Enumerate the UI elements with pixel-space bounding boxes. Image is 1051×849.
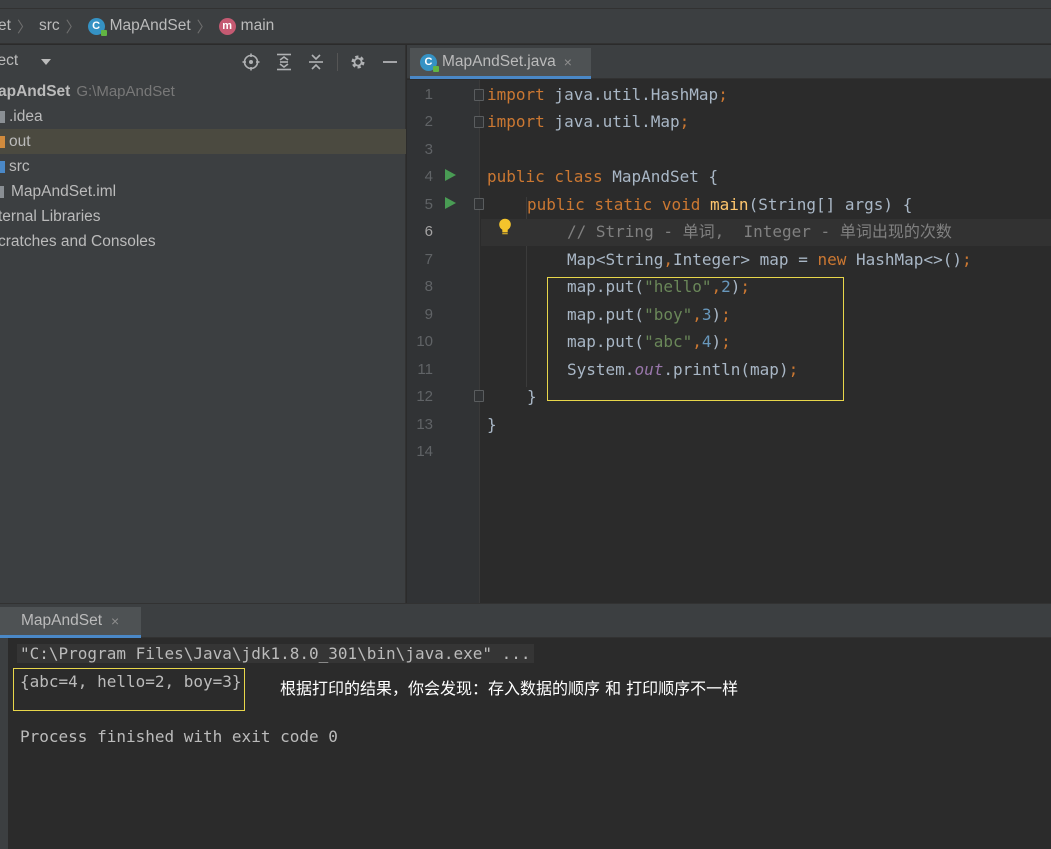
line-number: 8 [424, 278, 433, 295]
breadcrumb-src[interactable]: src [39, 17, 60, 35]
code-line-2[interactable]: import java.util.Map; [487, 108, 689, 135]
editor-tabbar: C MapAndSet.java × [407, 45, 1051, 79]
output-highlight-box [13, 668, 245, 711]
line-number-current: 6 [424, 223, 433, 240]
file-icon [0, 185, 4, 198]
title-strip [0, 0, 1051, 9]
tree-item-idea[interactable]: .idea [0, 104, 406, 129]
line-number: 9 [424, 306, 433, 323]
run-toolbar [0, 638, 8, 849]
run-gutter-icon[interactable] [445, 197, 456, 209]
chevron-down-icon[interactable] [41, 59, 51, 65]
tree-item-out[interactable]: out [0, 129, 406, 154]
code-line-1[interactable]: import java.util.HashMap; [487, 81, 728, 108]
code-line-7[interactable]: Map<String,Integer> map = new HashMap<>(… [567, 246, 972, 273]
code-line-5[interactable]: public static void main(String[] args) { [527, 191, 912, 218]
tree-item-project-root[interactable]: apAndSet G:\MapAndSet [0, 79, 406, 104]
fold-icon[interactable] [474, 390, 484, 402]
bulb-icon[interactable] [498, 218, 512, 236]
fold-icon[interactable] [474, 116, 484, 128]
annotation-note: 根据打印的结果，你会发现：存入数据的顺序 和 打印顺序不一样 [280, 679, 739, 698]
code-highlight-box [547, 277, 844, 401]
run-tabbar: MapAndSet × [0, 604, 1051, 638]
folder-icon [0, 135, 5, 148]
line-number: 5 [424, 196, 433, 213]
class-icon: C [87, 17, 107, 36]
line-number: 13 [416, 416, 433, 433]
tree-item-scratches[interactable]: cratches and Consoles [0, 229, 406, 254]
method-icon: m [218, 17, 236, 35]
code-line-6[interactable]: // String - 单词, Integer - 单词出现的次数 [567, 218, 952, 245]
run-gutter-icon[interactable] [445, 169, 456, 181]
code-line-12[interactable]: } [527, 383, 537, 410]
console-exit-message: Process finished with exit code 0 [20, 727, 338, 746]
tree-item-external-libraries[interactable]: ternal Libraries [0, 204, 406, 229]
line-number: 12 [416, 388, 433, 405]
project-panel: ject apAndSet G:\MapAndSet .idea out src [0, 45, 406, 603]
breadcrumb-separator-icon: 〉 [16, 18, 32, 36]
breadcrumb-method[interactable]: m main [218, 17, 274, 35]
locate-icon[interactable] [241, 52, 261, 72]
editor-tab-mapandset[interactable]: C MapAndSet.java × [410, 48, 591, 79]
code-line-13[interactable]: } [487, 411, 497, 438]
console-command-line: "C:\Program Files\Java\jdk1.8.0_301\bin\… [17, 644, 534, 663]
line-number: 1 [424, 86, 433, 103]
tab-label: MapAndSet.java [442, 53, 556, 70]
breadcrumb-separator-icon: 〉 [196, 18, 212, 36]
fold-icon[interactable] [474, 89, 484, 101]
folder-icon [0, 160, 5, 173]
project-view-selector[interactable]: ject [0, 52, 18, 70]
project-path: G:\MapAndSet [76, 83, 175, 100]
line-number: 11 [417, 361, 433, 378]
gear-icon[interactable] [348, 52, 368, 72]
folder-icon [0, 110, 5, 123]
code-line-4[interactable]: public class MapAndSet { [487, 163, 718, 190]
line-number: 10 [416, 333, 433, 350]
fold-icon[interactable] [474, 198, 484, 210]
minimize-icon[interactable] [380, 52, 400, 72]
close-icon[interactable]: × [111, 613, 119, 629]
close-icon[interactable]: × [564, 54, 572, 70]
breadcrumb-separator-icon: 〉 [65, 18, 81, 36]
expand-all-icon[interactable] [274, 52, 294, 72]
line-number: 2 [424, 113, 433, 130]
editor-gutter: 1 2 3 4 5 6 7 8 9 10 11 12 13 14 [407, 80, 484, 603]
run-panel: MapAndSet × "C:\Program Files\Java\jdk1.… [0, 603, 1051, 849]
tree-item-src[interactable]: src [0, 154, 406, 179]
run-tab-label: MapAndSet [21, 612, 102, 629]
line-number: 4 [424, 168, 433, 185]
line-number: 14 [416, 443, 433, 460]
line-number: 3 [424, 141, 433, 158]
line-number: 7 [424, 251, 433, 268]
editor: C MapAndSet.java × 1 2 3 4 5 6 7 8 9 10 … [407, 45, 1051, 603]
collapse-all-icon[interactable] [306, 52, 326, 72]
breadcrumb-project[interactable]: et [0, 17, 11, 35]
breadcrumb: et 〉 src 〉 C MapAndSet 〉 m main [0, 9, 1051, 44]
tree-item-iml[interactable]: MapAndSet.iml [0, 179, 406, 204]
project-panel-header: ject [0, 45, 406, 78]
class-icon: C [420, 53, 439, 72]
run-tab-mapandset[interactable]: MapAndSet × [0, 607, 141, 638]
toolbar-divider [337, 53, 338, 71]
breadcrumb-class[interactable]: C MapAndSet [87, 17, 191, 36]
